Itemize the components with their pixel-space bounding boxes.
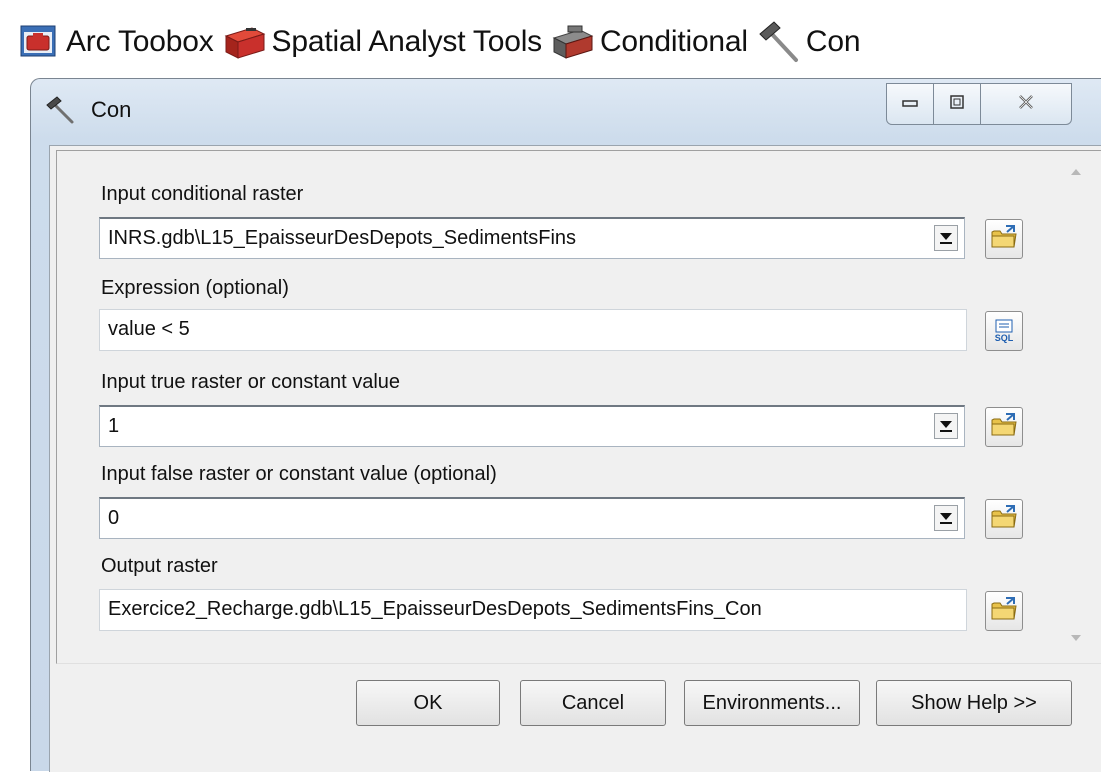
breadcrumb: Arc Toobox Spatial Analyst Tools Conditi… [16,14,868,70]
input-conditional-raster-combo[interactable]: INRS.gdb\L15_EpaisseurDesDepots_Sediment… [99,217,965,259]
minimize-button[interactable] [886,83,934,125]
browse-button[interactable] [985,591,1023,631]
expression-label: Expression (optional) [101,277,289,299]
breadcrumb-item-conditional[interactable]: Conditional [550,19,756,65]
con-dialog: Con Input conditional raster INRS.gdb\L1… [30,78,1101,772]
parameters-panel[interactable]: Input conditional raster INRS.gdb\L15_Ep… [56,150,1101,664]
close-icon [1017,93,1035,116]
sql-icon: SQL [994,319,1014,343]
chevron-down-icon [940,232,952,240]
input-false-value: 0 [108,507,120,529]
scroll-up-arrow[interactable] [1071,169,1081,175]
environments-button[interactable]: Environments... [684,680,860,726]
breadcrumb-label: Arc Toobox [66,25,214,58]
sql-query-button[interactable]: SQL [985,311,1023,351]
breadcrumb-label: Conditional [599,25,748,58]
maximize-button[interactable] [933,83,981,125]
window-controls [886,83,1072,125]
hammer-icon [45,95,75,125]
dropdown-button[interactable] [934,413,958,439]
browse-button[interactable] [985,407,1023,447]
breadcrumb-item-con[interactable]: Con [756,19,868,65]
scroll-down-arrow[interactable] [1071,635,1081,641]
show-help-button[interactable]: Show Help >> [876,680,1072,726]
open-folder-icon [990,412,1018,443]
dialog-title: Con [91,97,132,122]
toolset-icon [550,19,596,65]
maximize-icon [949,94,965,115]
input-true-label: Input true raster or constant value [101,371,401,393]
chevron-down-icon [940,420,952,428]
breadcrumb-label: Con [805,25,861,58]
ok-button[interactable]: OK [356,680,500,726]
output-raster-label: Output raster [101,555,218,577]
open-folder-icon [990,224,1018,255]
toolbox-icon [222,19,268,65]
hammer-icon [756,19,802,65]
output-raster-value: Exercice2_Recharge.gdb\L15_EpaisseurDesD… [108,598,762,620]
dialog-client-area: Input conditional raster INRS.gdb\L15_Ep… [49,145,1101,772]
cancel-button[interactable]: Cancel [520,680,666,726]
input-conditional-raster-label: Input conditional raster [101,183,304,205]
close-button[interactable] [980,83,1072,125]
open-folder-icon [990,504,1018,535]
open-folder-icon [990,596,1018,627]
output-raster-input[interactable]: Exercice2_Recharge.gdb\L15_EpaisseurDesD… [99,589,967,631]
input-true-combo[interactable]: 1 [99,405,965,447]
input-true-value: 1 [108,415,120,437]
input-false-label: Input false raster or constant value (op… [101,463,497,485]
minimize-icon [902,95,918,113]
dropdown-button[interactable] [934,225,958,251]
input-conditional-raster-value: INRS.gdb\L15_EpaisseurDesDepots_Sediment… [108,227,577,249]
expression-input[interactable]: value < 5 [99,309,967,351]
breadcrumb-item-arctoolbox[interactable]: Arc Toobox [16,19,222,65]
button-bar: OK Cancel Environments... Show Help >> [50,666,1101,772]
breadcrumb-label: Spatial Analyst Tools [271,25,543,58]
title-bar[interactable]: Con [31,79,1101,141]
chevron-down-icon [940,512,952,520]
input-false-combo[interactable]: 0 [99,497,965,539]
browse-button[interactable] [985,499,1023,539]
arctoolbox-icon [16,19,62,65]
browse-button[interactable] [985,219,1023,259]
expression-value: value < 5 [108,318,190,340]
sql-label: SQL [994,333,1014,343]
dropdown-button[interactable] [934,505,958,531]
breadcrumb-item-spatial-analyst[interactable]: Spatial Analyst Tools [222,19,550,65]
